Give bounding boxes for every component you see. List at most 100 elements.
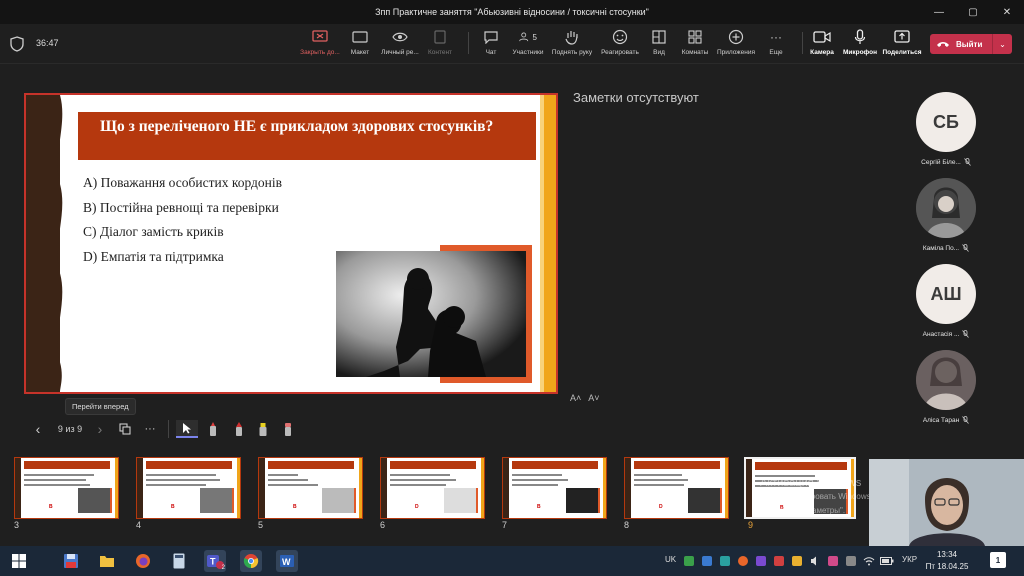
tray-teal-icon xyxy=(720,556,730,566)
thumb-line xyxy=(146,479,220,481)
slide-thumbnail-3[interactable]: B xyxy=(14,457,119,519)
slide-more-button[interactable]: ··· xyxy=(140,420,160,438)
couple-silhouette-photo xyxy=(336,251,526,377)
stop-share-icon xyxy=(311,28,329,46)
thumb-question-bar xyxy=(390,461,476,469)
pointer-tool-button[interactable] xyxy=(176,420,198,438)
tray-pink-icon xyxy=(828,556,838,566)
input-layout[interactable]: УКР xyxy=(902,555,917,564)
eraser-button[interactable] xyxy=(279,420,297,438)
wifi-icon xyxy=(863,557,875,566)
thumb-line xyxy=(390,479,456,481)
next-slide-button[interactable]: › xyxy=(92,420,108,438)
tray-app-icon[interactable] xyxy=(789,550,805,572)
camera-icon xyxy=(813,28,831,46)
prev-slide-button[interactable]: ‹ xyxy=(30,420,46,438)
shield-icon[interactable] xyxy=(10,36,24,52)
tray-app-icon[interactable] xyxy=(681,550,697,572)
slide-thumbnail-6[interactable]: D xyxy=(380,457,485,519)
system-clock[interactable]: 13:34 Пт 18.04.25 xyxy=(924,549,970,573)
windows-logo-icon xyxy=(12,554,26,568)
self-video-preview[interactable] xyxy=(869,459,1024,546)
slide-grid-button[interactable] xyxy=(116,420,134,438)
tray-app-icon[interactable] xyxy=(699,550,715,572)
calculator-icon xyxy=(173,553,185,569)
taskbar-app-firefox[interactable] xyxy=(132,550,154,572)
tray-app-icon[interactable] xyxy=(753,550,769,572)
thumb-band xyxy=(259,458,265,518)
more-button[interactable]: ··· Еще xyxy=(751,28,801,56)
tray-app-icon[interactable] xyxy=(825,550,841,572)
slide-thumbnail-4[interactable]: B xyxy=(136,457,241,519)
thumb-answer: B xyxy=(537,504,541,510)
thumb-band xyxy=(359,458,362,518)
battery-tray[interactable] xyxy=(879,550,895,572)
participant-name: Каміла По... xyxy=(922,244,960,252)
meeting-timer: 36:47 xyxy=(36,38,59,48)
taskbar-app-files[interactable] xyxy=(96,550,118,572)
tray-app-icon[interactable] xyxy=(771,550,787,572)
notes-font-controls: A˄ A˅ xyxy=(570,393,600,403)
content-icon xyxy=(431,28,449,46)
phone-icon xyxy=(937,42,949,47)
minimize-button[interactable]: — xyxy=(922,0,956,24)
participant-tile[interactable]: Каміла По... xyxy=(906,178,986,252)
eraser-icon xyxy=(285,423,291,436)
font-increase-button[interactable]: A˄ xyxy=(570,393,581,403)
presentation-slide: Що з переліченого НЕ є прикладом здорови… xyxy=(24,93,558,394)
highlighter-button[interactable] xyxy=(254,420,272,438)
leave-button[interactable]: Выйти ⌄ xyxy=(930,34,1012,54)
speaker-tray[interactable] xyxy=(807,550,823,572)
thumb-line xyxy=(146,484,206,486)
thumb-answer: B xyxy=(293,504,297,510)
participant-name: Аліса Таран xyxy=(922,416,960,424)
laser-pointer-button[interactable] xyxy=(204,420,222,438)
chrome-icon xyxy=(243,554,259,569)
notifications-button[interactable]: 1 xyxy=(990,552,1006,568)
taskbar-app-save[interactable] xyxy=(60,550,82,572)
thumb-number: 3 xyxy=(14,520,20,530)
participant-name-row: Каміла По... xyxy=(923,244,969,252)
thumb-number: 6 xyxy=(380,520,386,530)
maximize-button[interactable]: ▢ xyxy=(956,0,990,24)
slide-question: Що з переліченого НЕ є прикладом здорови… xyxy=(100,118,494,135)
red-pen-button[interactable] xyxy=(230,420,248,438)
keyboard-language[interactable]: UK xyxy=(665,555,676,564)
thumb-answer: B xyxy=(171,504,175,510)
font-decrease-button[interactable]: A˅ xyxy=(588,393,599,403)
participant-tile[interactable]: АШ Анастасія ... xyxy=(906,264,986,338)
thumb-answer: B xyxy=(49,504,53,510)
tray-app-icon[interactable] xyxy=(735,550,751,572)
thumb-line xyxy=(634,479,688,481)
start-button[interactable] xyxy=(8,550,30,572)
participant-tile[interactable]: СБ Сергій Біле... xyxy=(906,92,986,166)
wifi-tray[interactable] xyxy=(861,550,877,572)
participant-tile[interactable]: Аліса Таран xyxy=(906,350,986,424)
taskbar-app-calculator[interactable] xyxy=(168,550,190,572)
tray-app-icon[interactable] xyxy=(717,550,733,572)
thumb-number: 9 xyxy=(748,520,754,530)
slide-thumbnail-5[interactable]: B xyxy=(258,457,363,519)
mic-muted-icon xyxy=(962,244,969,252)
thumb-line xyxy=(512,479,568,481)
participant-name-row: Аліса Таран xyxy=(923,416,969,424)
leave-options-chevron[interactable]: ⌄ xyxy=(992,34,1012,54)
close-button[interactable]: ✕ xyxy=(990,0,1024,24)
answer-d: D) Емпатія та підтримка xyxy=(83,248,224,264)
participants-button[interactable]: 5 Участники xyxy=(503,28,553,57)
taskbar-app-teams[interactable]: T 2 xyxy=(204,550,226,572)
view-grid-icon xyxy=(650,28,668,46)
taskbar-app-word[interactable]: W xyxy=(276,550,298,572)
tray-purple-icon xyxy=(756,556,766,566)
raise-hand-button[interactable]: Поднять руку xyxy=(547,28,597,56)
answer-c: C) Діалог замість криків xyxy=(83,224,224,239)
content-button[interactable]: Контент xyxy=(415,28,465,56)
thumb-number: 8 xyxy=(624,520,630,530)
tray-app-icon[interactable] xyxy=(843,550,859,572)
taskbar-app-chrome[interactable] xyxy=(240,550,262,572)
slide-scallop-decoration xyxy=(52,95,63,392)
slide-thumbnail-7[interactable]: B xyxy=(502,457,607,519)
share-button[interactable]: Поделиться xyxy=(877,28,927,56)
thumb-question-bar xyxy=(24,461,110,469)
slide-thumbnail-8[interactable]: D xyxy=(624,457,729,519)
